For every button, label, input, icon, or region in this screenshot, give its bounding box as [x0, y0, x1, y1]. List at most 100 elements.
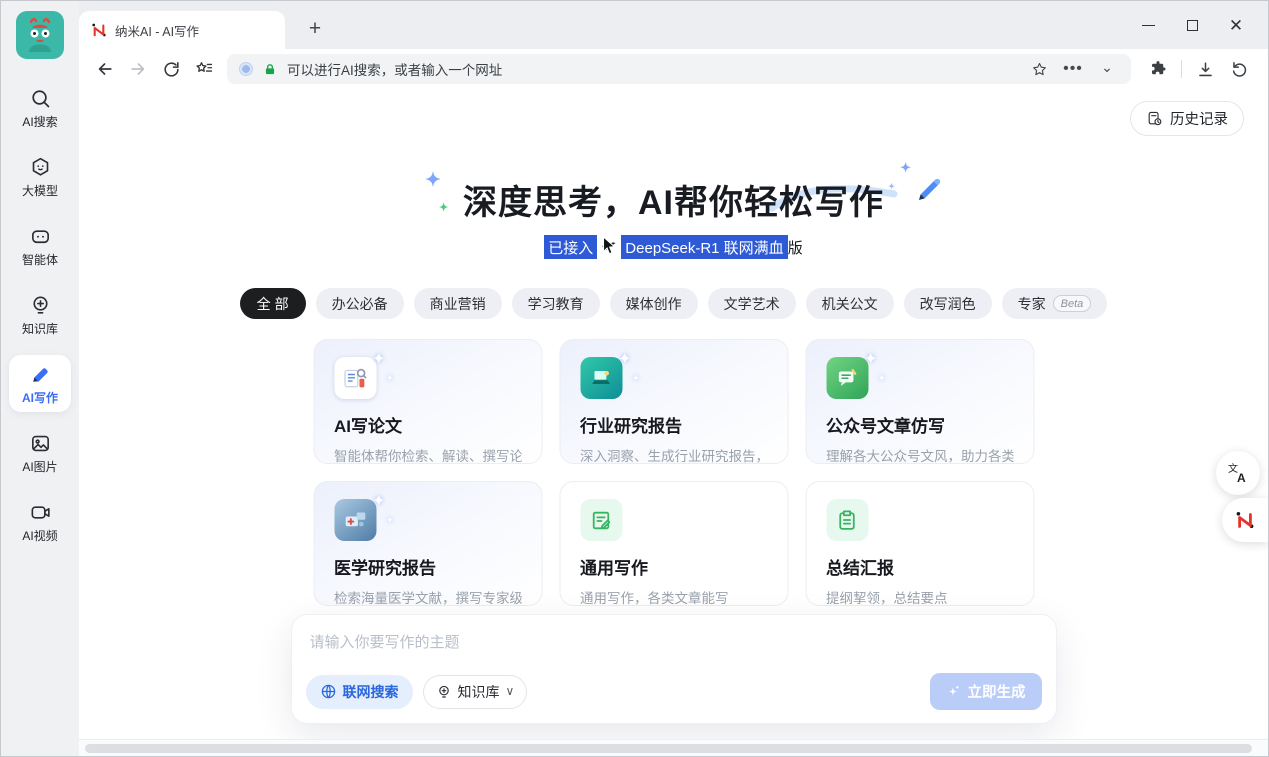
maximize-button[interactable] — [1170, 5, 1214, 45]
tab-label: 改写润色 — [920, 294, 976, 314]
subtitle-suffix: 版 — [788, 237, 803, 258]
pencil-icon — [912, 175, 944, 216]
app-logo-icon[interactable] — [16, 11, 64, 59]
knowledge-base-selector[interactable]: 知识库 ∨ — [423, 675, 528, 709]
toolbar-divider — [1181, 60, 1182, 78]
card-description: 智能体帮你检索、解读、撰写论文 — [334, 445, 521, 464]
generate-button[interactable]: 立即生成 — [930, 673, 1042, 710]
scrollbar-thumb[interactable] — [85, 744, 1252, 753]
category-tabs: 全部 办公必备 商业营销 学习教育 媒体创作 文学艺术 机关公文 改写润色 专家… — [79, 288, 1268, 319]
sparkle-icon: ✦ — [372, 352, 385, 368]
subtitle-connected: 已接入 — [544, 235, 597, 259]
nano-assistant-button[interactable] — [1222, 498, 1268, 542]
sidebar-item-label: AI搜索 — [22, 113, 57, 130]
sparkle-icon: ✦ — [425, 171, 442, 190]
browser-tab[interactable]: 纳米AI - AI写作 — [79, 11, 285, 49]
svg-text:A: A — [1237, 471, 1246, 484]
generate-label: 立即生成 — [968, 681, 1026, 702]
minimize-button[interactable] — [1126, 5, 1170, 45]
sidebar-item-model[interactable]: 大模型 — [9, 148, 71, 205]
page-title: ✦ ✦ ✦ ✦ 深度思考，AI帮你轻松写作 — [463, 175, 884, 224]
video-icon — [28, 500, 52, 524]
sidebar-item-agent[interactable]: 智能体 — [9, 217, 71, 274]
download-icon[interactable] — [1190, 54, 1220, 84]
lock-icon[interactable] — [263, 62, 277, 77]
sidebar-item-search[interactable]: AI搜索 — [9, 79, 71, 136]
tab-title: 纳米AI - AI写作 — [115, 21, 199, 40]
category-tab-5[interactable]: 文学艺术 — [708, 288, 796, 319]
horizontal-scrollbar — [79, 739, 1268, 756]
category-tab-3[interactable]: 学习教育 — [512, 288, 600, 319]
more-menu-icon[interactable]: ••• — [1061, 57, 1085, 81]
category-tab-1[interactable]: 办公必备 — [316, 288, 404, 319]
composer-panel: 联网搜索 知识库 ∨ 立即生成 — [291, 614, 1057, 724]
sidebar-item-label: AI写作 — [22, 389, 58, 406]
sidebar-item-video[interactable]: AI视频 — [9, 493, 71, 550]
model-icon — [28, 155, 52, 179]
translate-button[interactable]: 文 A — [1216, 451, 1260, 495]
category-tab-6[interactable]: 机关公文 — [806, 288, 894, 319]
forward-button[interactable] — [124, 55, 152, 83]
sparkle-icon: ✦ — [618, 352, 631, 368]
writing-card-industry[interactable]: ✦ ✦ 行业研究报告 深入洞察、生成行业研究报告，… — [559, 339, 788, 464]
writing-card-gzh[interactable]: ✦ ✦ 公众号文章仿写 理解各大公众号文风，助力各类… — [805, 339, 1034, 464]
tab-label: 机关公文 — [822, 294, 878, 314]
sparkle-icon: ✦ — [439, 203, 449, 214]
category-tab-8[interactable]: 专家 Beta — [1002, 288, 1108, 319]
bulb-icon — [436, 684, 452, 700]
address-bar[interactable]: 可以进行AI搜索，或者输入一个网址 ••• ⌄ — [227, 54, 1131, 84]
extensions-puzzle-icon[interactable] — [1143, 54, 1173, 84]
sparkle-icon: ✦ — [864, 352, 877, 368]
sidebar-item-label: 智能体 — [22, 251, 58, 268]
web-search-toggle[interactable]: 联网搜索 — [306, 675, 413, 709]
restore-undo-icon[interactable] — [1224, 54, 1254, 84]
new-tab-button[interactable]: + — [301, 15, 329, 43]
card-title: 公众号文章仿写 — [826, 412, 1013, 437]
sparkle-icon: ✦ — [386, 374, 394, 383]
ai-indicator-icon[interactable] — [239, 62, 253, 76]
sidebar-item-writing[interactable]: AI写作 — [9, 355, 71, 412]
card-description: 提纲挈领，总结要点 — [826, 587, 1013, 606]
writing-card-paper[interactable]: ✦ ✦ AI写论文 智能体帮你检索、解读、撰写论文 — [313, 339, 542, 464]
tab-label: 专家 — [1018, 294, 1046, 314]
sidebar-item-label: 大模型 — [22, 182, 58, 199]
tab-label: 文学艺术 — [724, 294, 780, 314]
bookmark-star-icon[interactable] — [1027, 57, 1051, 81]
sparkle-icon: ✦ — [372, 494, 385, 510]
sidebar-item-knowledge[interactable]: 知识库 — [9, 286, 71, 343]
sparkle-icon — [946, 684, 961, 699]
writing-card-medical[interactable]: ✦ ✦ 医学研究报告 检索海量医学文献，撰写专家级… — [313, 481, 542, 606]
refresh-button[interactable] — [157, 55, 185, 83]
agent-icon — [28, 224, 52, 248]
category-tab-7[interactable]: 改写润色 — [904, 288, 992, 319]
tab-label: 媒体创作 — [626, 294, 682, 314]
tab-label: 学习教育 — [528, 294, 584, 314]
titlebar: 纳米AI - AI写作 + ✕ — [79, 1, 1268, 49]
topic-input[interactable] — [310, 631, 1038, 665]
tab-label: 商业营销 — [430, 294, 486, 314]
composer-toolbar: 联网搜索 知识库 ∨ 立即生成 — [306, 673, 1042, 710]
sidebar: AI搜索 大模型 智能体 知识库 AI写作 AI图片 AI视频 — [1, 1, 79, 756]
category-tab-2[interactable]: 商业营销 — [414, 288, 502, 319]
nano-logo-icon — [91, 22, 107, 38]
image-icon — [28, 431, 52, 455]
writing-card-general[interactable]: ✦ ✦ 通用写作 通用写作，各类文章能写 — [559, 481, 788, 606]
address-text: 可以进行AI搜索，或者输入一个网址 — [287, 59, 1017, 79]
browser-window: AI搜索 大模型 智能体 知识库 AI写作 AI图片 AI视频 纳米AI - A… — [0, 0, 1269, 757]
card-description: 深入洞察、生成行业研究报告，… — [580, 445, 767, 464]
category-tab-4[interactable]: 媒体创作 — [610, 288, 698, 319]
card-description: 理解各大公众号文风，助力各类… — [826, 445, 1013, 464]
sidebar-item-image[interactable]: AI图片 — [9, 424, 71, 481]
summary-card-icon — [826, 499, 868, 541]
sparkle-icon: ✦ — [900, 161, 912, 174]
industry-card-icon — [580, 357, 622, 399]
category-tab-0[interactable]: 全部 — [240, 288, 306, 319]
close-button[interactable]: ✕ — [1214, 5, 1258, 45]
chevron-down-icon[interactable]: ⌄ — [1095, 55, 1119, 79]
toolbar-extensions — [1139, 54, 1258, 84]
back-button[interactable] — [91, 55, 119, 83]
bookmark-list-icon[interactable] — [190, 55, 218, 83]
history-button[interactable]: 历史记录 — [1130, 101, 1244, 136]
writing-card-summary[interactable]: ✦ ✦ 总结汇报 提纲挈领，总结要点 — [805, 481, 1034, 606]
paper-card-icon — [334, 357, 376, 399]
